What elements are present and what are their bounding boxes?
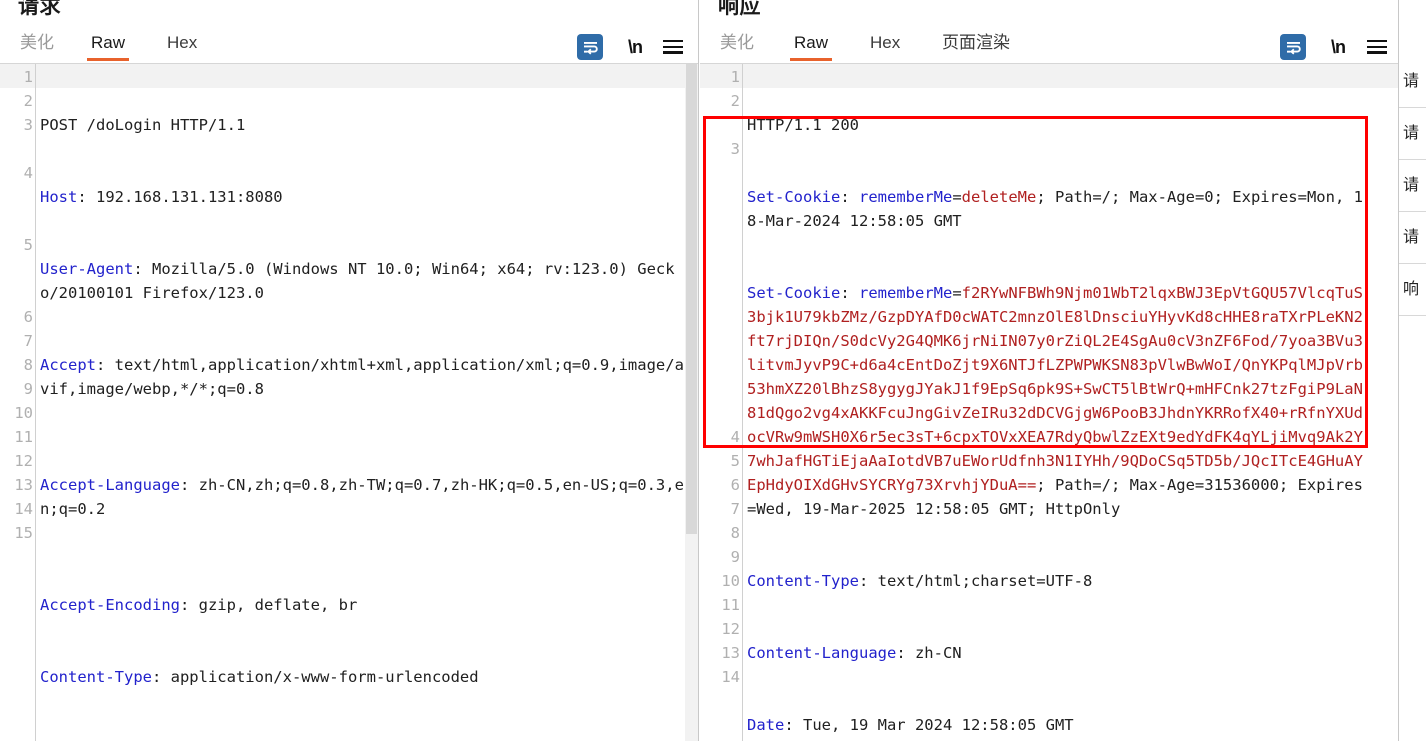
newline-icon-label: \n — [628, 36, 643, 57]
request-gutter-rule — [35, 64, 36, 741]
rail-tab-3-label: 请 — [1403, 229, 1420, 246]
response-gutter-rule — [742, 64, 743, 741]
resp-line-4: Content-Type: text/html;charset=UTF-8 — [747, 572, 1093, 590]
response-panel: 响应 美化 Raw Hex 页面渲染 \n 1 2 3 4 5 6 7 8 9 … — [700, 0, 1398, 741]
tab-request-raw[interactable]: Raw — [87, 26, 130, 64]
tab-response-hex[interactable]: Hex — [866, 26, 904, 64]
rail-tab-0-label: 请 — [1403, 73, 1420, 90]
rail-tab-4[interactable]: 响 — [1399, 264, 1426, 316]
resp-line-3: Set-Cookie: rememberMe=f2RYwNFBWh9Njm01W… — [747, 284, 1363, 518]
code-line-8: Content-Length: 53 — [40, 737, 684, 741]
request-panel: 请求 美化 Raw Hex \n 1 2 3 4 5 6 7 8 9 10 11… — [0, 0, 698, 741]
menu-icon[interactable] — [660, 34, 686, 60]
tab-request-raw-label: Raw — [91, 33, 126, 52]
tab-active-underline — [87, 58, 130, 61]
response-tabbar: 美化 Raw Hex 页面渲染 \n — [700, 26, 1398, 64]
tab-response-render-label: 页面渲染 — [942, 33, 1010, 52]
code-line-6: Accept-Encoding: gzip, deflate, br — [40, 596, 358, 614]
word-wrap-icon[interactable] — [1280, 34, 1306, 60]
word-wrap-icon[interactable] — [577, 34, 603, 60]
tab-request-beautify-label: 美化 — [20, 33, 54, 52]
tab-active-underline — [790, 58, 833, 61]
code-line-5: Accept-Language: zh-CN,zh;q=0.8,zh-TW;q=… — [40, 476, 684, 518]
rail-tab-2[interactable]: 请 — [1399, 160, 1426, 212]
resp-line-6: Date: Tue, 19 Mar 2024 12:58:05 GMT — [747, 716, 1074, 734]
burp-repeater-view: 请求 美化 Raw Hex \n 1 2 3 4 5 6 7 8 9 10 11… — [0, 0, 1426, 741]
request-vertical-scrollbar[interactable] — [685, 64, 698, 741]
newline-icon[interactable]: \n — [621, 34, 649, 60]
code-line-3: User-Agent: Mozilla/5.0 (Windows NT 10.0… — [40, 260, 675, 302]
tab-response-render[interactable]: 页面渲染 — [938, 26, 1014, 64]
tab-request-hex-label: Hex — [167, 33, 198, 52]
rail-tab-2-label: 请 — [1403, 177, 1420, 194]
tab-response-hex-label: Hex — [870, 33, 901, 52]
response-line-numbers: 1 2 3 4 5 6 7 8 9 10 11 12 13 14 — [721, 68, 740, 686]
newline-icon[interactable]: \n — [1324, 34, 1352, 60]
hamburger-glyph — [663, 40, 683, 54]
tab-request-beautify[interactable]: 美化 — [16, 26, 58, 64]
rail-tab-3[interactable]: 请 — [1399, 212, 1426, 264]
menu-icon[interactable] — [1364, 34, 1390, 60]
code-line-2: Host: 192.168.131.131:8080 — [40, 188, 283, 206]
resp-line-2: Set-Cookie: rememberMe=deleteMe; Path=/;… — [747, 188, 1363, 230]
resp-line-5: Content-Language: zh-CN — [747, 644, 962, 662]
rail-tab-0[interactable]: 请 — [1399, 56, 1426, 108]
tab-response-raw-label: Raw — [794, 33, 829, 52]
request-code[interactable]: POST /doLogin HTTP/1.1 Host: 192.168.131… — [40, 64, 684, 741]
request-editor[interactable]: 1 2 3 4 5 6 7 8 9 10 11 12 13 14 15 POST… — [0, 64, 698, 741]
hamburger-glyph — [1367, 40, 1387, 54]
request-tabbar: 美化 Raw Hex \n — [0, 26, 698, 64]
rail-tab-1-label: 请 — [1403, 125, 1420, 142]
tab-request-hex[interactable]: Hex — [163, 26, 201, 64]
request-panel-title: 请求 — [18, 0, 61, 18]
code-line-1: POST /doLogin HTTP/1.1 — [40, 116, 246, 134]
request-line-numbers: 1 2 3 4 5 6 7 8 9 10 11 12 13 14 15 — [14, 68, 33, 542]
panel-separator — [698, 0, 699, 741]
resp-line-1: HTTP/1.1 200 — [747, 116, 859, 134]
rail-tab-4-label: 响 — [1403, 281, 1420, 298]
newline-icon-label: \n — [1331, 36, 1346, 57]
response-editor[interactable]: 1 2 3 4 5 6 7 8 9 10 11 12 13 14 HTTP/1.… — [700, 64, 1398, 741]
code-line-4: Accept: text/html,application/xhtml+xml,… — [40, 356, 684, 398]
rail-tab-1[interactable]: 请 — [1399, 108, 1426, 160]
response-code[interactable]: HTTP/1.1 200 Set-Cookie: rememberMe=dele… — [747, 64, 1368, 741]
tab-response-beautify[interactable]: 美化 — [716, 26, 758, 64]
code-line-7: Content-Type: application/x-www-form-url… — [40, 668, 479, 686]
right-side-tab-rail: 请 请 请 请 响 — [1398, 0, 1426, 741]
request-scroll-thumb[interactable] — [686, 64, 697, 534]
response-panel-title: 响应 — [718, 0, 761, 18]
tab-response-raw[interactable]: Raw — [790, 26, 833, 64]
tab-response-beautify-label: 美化 — [720, 33, 754, 52]
